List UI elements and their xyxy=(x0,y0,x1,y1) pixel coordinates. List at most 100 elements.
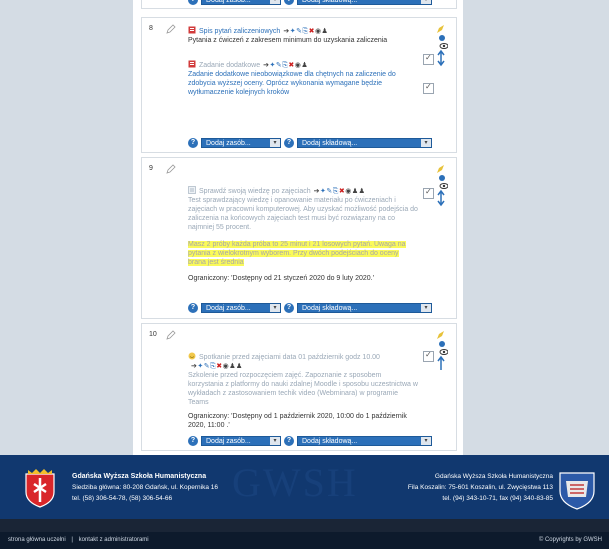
completion-checkbox[interactable] xyxy=(423,53,434,65)
edit-icons[interactable]: ➔✦✎⎘✖◉♟ xyxy=(263,61,308,70)
group-icon[interactable]: ♟ xyxy=(322,28,329,35)
add-component-label: Dodaj składową... xyxy=(302,0,358,4)
group-icon[interactable]: ♟ xyxy=(359,188,366,195)
add-component-label: Dodaj składową... xyxy=(302,305,358,312)
group-icon[interactable]: ♟ xyxy=(352,188,359,195)
koszalin-crest-icon xyxy=(559,472,595,510)
chevron-down-icon: ▾ xyxy=(270,139,280,147)
section-number: 8 xyxy=(149,25,153,32)
add-resource-select[interactable]: Dodaj zasób... ▾ xyxy=(201,303,281,313)
link-separator: | xyxy=(71,537,73,543)
chevron-down-icon: ▾ xyxy=(421,304,431,312)
add-resource-label: Dodaj zasób... xyxy=(206,305,251,312)
add-resource-label: Dodaj zasób... xyxy=(206,438,251,445)
help-icon[interactable]: ? xyxy=(284,138,294,148)
school-name-right: Gdańska Wyższa Szkoła Humanistyczna xyxy=(434,473,553,480)
completion-checkbox[interactable] xyxy=(423,82,434,94)
link-university-home[interactable]: strona główna uczelni xyxy=(8,537,66,543)
activity-link[interactable]: Zadanie dodatkowe xyxy=(199,62,260,69)
edit-icons[interactable]: ➔✦✎⎘✖◉♟♟ xyxy=(314,187,366,196)
activity-link[interactable]: Sprawdź swoją wiedzę po zajęciach xyxy=(199,188,311,195)
footer-right: Gdańska Wyższa Szkoła Humanistyczna Fila… xyxy=(408,471,553,504)
add-row: ? Dodaj zasób... ▾ ? Dodaj składową... ▾ xyxy=(188,303,438,315)
group-icon[interactable]: ♟ xyxy=(229,363,236,370)
add-component-label: Dodaj składową... xyxy=(302,140,358,147)
help-icon[interactable]: ? xyxy=(188,436,198,446)
restriction-text: Ograniczony: 'Dostępny od 21 styczeń 202… xyxy=(188,275,374,282)
school-name: Gdańska Wyższa Szkoła Humanistyczna xyxy=(72,473,207,480)
add-resource-label: Dodaj zasób... xyxy=(206,140,251,147)
activity-highlight: Masz 2 próby każda próba to 25 minut i 2… xyxy=(188,240,418,267)
add-resource-select[interactable]: Dodaj zasób... ▾ xyxy=(201,0,281,5)
eye-icon[interactable]: ◉ xyxy=(345,188,352,195)
completion-checkbox[interactable] xyxy=(423,350,434,362)
chevron-down-icon: ▾ xyxy=(270,0,280,4)
add-component-select[interactable]: Dodaj składową... ▾ xyxy=(297,303,432,313)
branch-address: Fila Koszalin: 75-601 Koszalin, ul. Zwyc… xyxy=(407,484,553,491)
activity-description: Zadanie dodatkowe nieobowiązkowe dla chę… xyxy=(188,71,396,96)
section-9: 9 Sprawdź swoją wiedzę po zajęciach ➔✦✎⎘✖… xyxy=(141,157,457,319)
activity-title: Spotkanie przed zajęciami data 01 paździ… xyxy=(188,352,418,371)
branch-phone: tel. (94) 343-10-71, fax (94) 340-83-85 xyxy=(442,495,553,502)
chevron-down-icon: ▾ xyxy=(421,139,431,147)
section-controls-icon[interactable] xyxy=(434,164,449,208)
add-component-select[interactable]: Dodaj składową... ▾ xyxy=(297,0,432,5)
footer-bar: strona główna uczelni | kontakt z admini… xyxy=(0,532,609,549)
help-icon[interactable]: ? xyxy=(188,303,198,313)
site-footer: GWSH Gdańska Wyższa Szkoła Humanistyczna… xyxy=(0,455,609,519)
activity-description: Pytania z ćwiczeń z zakresem minimum do … xyxy=(188,37,388,44)
pencil-icon[interactable] xyxy=(166,330,176,340)
pdf-icon xyxy=(188,26,196,34)
section-7-tail: ? Dodaj zasób... ▾ ? Dodaj składową... ▾ xyxy=(141,0,457,9)
add-resource-select[interactable]: Dodaj zasób... ▾ xyxy=(201,436,281,446)
edit-icons[interactable]: ➔✦✎⎘✖◉♟♟ xyxy=(191,362,243,371)
section-number: 9 xyxy=(149,165,153,172)
activity-link[interactable]: Spotkanie przed zajęciami data 01 paździ… xyxy=(199,354,380,361)
left-gutter xyxy=(0,0,133,455)
section-controls-icon[interactable] xyxy=(434,330,449,374)
group-icon[interactable]: ♟ xyxy=(301,62,308,69)
course-content: ? Dodaj zasób... ▾ ? Dodaj składową... ▾ 8… xyxy=(133,0,463,455)
section-controls-icon[interactable] xyxy=(434,24,449,68)
activity-item: Spotkanie przed zajęciami data 01 paździ… xyxy=(188,352,418,430)
footer-gap xyxy=(0,519,609,532)
activity-description: Szkolenie przed rozpoczęciem zajęć. Zapo… xyxy=(188,372,418,406)
help-icon[interactable]: ? xyxy=(284,303,294,313)
add-component-select[interactable]: Dodaj składową... ▾ xyxy=(297,436,432,446)
eye-icon[interactable]: ◉ xyxy=(315,28,322,35)
activity-item: Spis pytań zaliczeniowych ➔✦✎⎘✖◉♟ Pytania… xyxy=(188,26,418,45)
help-icon[interactable]: ? xyxy=(284,0,294,5)
add-row: ? Dodaj zasób... ▾ ? Dodaj składową... ▾ xyxy=(188,0,438,6)
add-row: ? Dodaj zasób... ▾ ? Dodaj składową... ▾ xyxy=(188,138,438,150)
footer-links: strona główna uczelni | kontakt z admini… xyxy=(8,532,149,549)
section-10: 10 Spotkanie przed zajęciami data 01 paź… xyxy=(141,323,457,451)
pencil-icon[interactable] xyxy=(166,164,176,174)
copyright: © Copyrights by GWSH xyxy=(538,537,602,543)
help-icon[interactable]: ? xyxy=(284,436,294,446)
group-icon[interactable]: ♟ xyxy=(236,363,243,370)
edit-icons[interactable]: ➔✦✎⎘✖◉♟ xyxy=(283,27,328,36)
add-component-label: Dodaj składową... xyxy=(302,438,358,445)
quiz-icon xyxy=(188,186,196,194)
section-8: 8 Spis pytań zaliczeniowych ➔✦✎⎘✖◉♟ Pytan… xyxy=(141,17,457,153)
section-controls xyxy=(434,24,449,70)
add-resource-select[interactable]: Dodaj zasób... ▾ xyxy=(201,138,281,148)
add-row: ? Dodaj zasób... ▾ ? Dodaj składową... ▾ xyxy=(188,436,438,448)
section-number: 10 xyxy=(149,331,157,338)
main-address: Siedziba główna: 80-208 Gdańsk, ul. Kope… xyxy=(72,484,218,491)
help-icon[interactable]: ? xyxy=(188,138,198,148)
add-component-select[interactable]: Dodaj składową... ▾ xyxy=(297,138,432,148)
pencil-icon[interactable] xyxy=(166,24,176,34)
link-contact-admins[interactable]: kontakt z administratorami xyxy=(79,537,149,543)
help-icon[interactable]: ? xyxy=(188,0,198,5)
completion-checkbox[interactable] xyxy=(423,187,434,199)
section-controls xyxy=(434,164,449,210)
pdf-icon xyxy=(188,60,196,68)
section-controls xyxy=(434,330,449,376)
gdansk-crest-icon xyxy=(25,469,55,508)
activity-link[interactable]: Spis pytań zaliczeniowych xyxy=(199,28,280,35)
restriction-text: Ograniczony: 'Dostępny od 1 październik … xyxy=(188,413,407,429)
activity-item: Sprawdź swoją wiedzę po zajęciach ➔✦✎⎘✖◉♟… xyxy=(188,186,418,283)
main-phone: tel. (58) 306-54-78, (58) 306-54-66 xyxy=(72,495,173,502)
activity-title: Zadanie dodatkowe ➔✦✎⎘✖◉♟ xyxy=(188,60,418,70)
